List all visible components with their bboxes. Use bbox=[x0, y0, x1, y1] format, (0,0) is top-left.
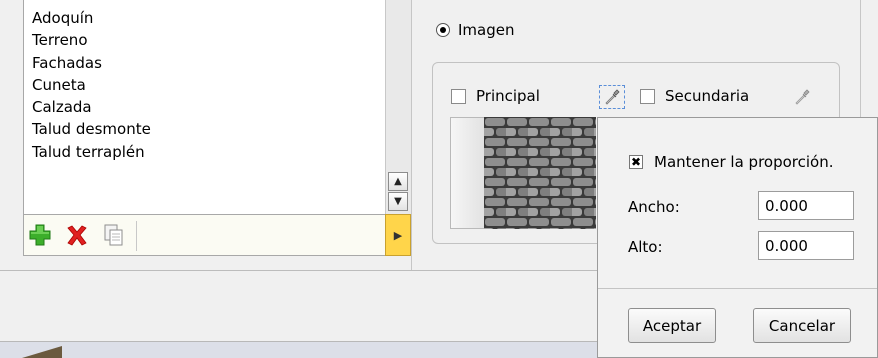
list-item[interactable]: Terreno bbox=[32, 29, 151, 51]
principal-checkbox[interactable] bbox=[451, 89, 466, 104]
material-items: Adoquín Terreno Fachadas Cuneta Calzada … bbox=[32, 7, 151, 163]
eyedropper-icon bbox=[605, 89, 620, 105]
divider bbox=[0, 270, 598, 271]
copy-icon bbox=[104, 224, 123, 246]
window-bottom-edge bbox=[0, 341, 600, 358]
secundaria-label: Secundaria bbox=[665, 87, 750, 105]
height-input[interactable] bbox=[758, 231, 854, 260]
secundaria-picker-button[interactable] bbox=[789, 85, 815, 109]
secundaria-checkbox[interactable] bbox=[640, 89, 655, 104]
add-icon bbox=[29, 224, 51, 246]
material-list[interactable]: Adoquín Terreno Fachadas Cuneta Calzada … bbox=[23, 0, 389, 215]
list-item[interactable]: Fachadas bbox=[32, 52, 151, 74]
principal-picker-button[interactable] bbox=[599, 85, 625, 109]
arrow-up-icon: ▲ bbox=[394, 176, 402, 187]
list-item[interactable]: Talud terraplén bbox=[32, 141, 151, 163]
image-radio[interactable] bbox=[436, 23, 450, 37]
expand-panel-button[interactable]: ▶ bbox=[385, 214, 411, 256]
keep-ratio-checkbox[interactable]: ✖ bbox=[629, 155, 643, 169]
delete-material-button[interactable] bbox=[64, 222, 90, 248]
toolbar-divider bbox=[136, 221, 137, 251]
eyedropper-icon bbox=[795, 89, 810, 105]
accept-button[interactable]: Aceptar bbox=[628, 308, 716, 343]
cancel-button[interactable]: Cancelar bbox=[753, 308, 851, 343]
check-icon: ✖ bbox=[630, 155, 642, 169]
list-item[interactable]: Calzada bbox=[32, 96, 151, 118]
height-label: Alto: bbox=[628, 238, 663, 256]
list-item[interactable]: Adoquín bbox=[32, 7, 151, 29]
list-item[interactable]: Talud desmonte bbox=[32, 118, 151, 140]
width-input[interactable] bbox=[758, 191, 854, 220]
arrow-down-icon: ▼ bbox=[394, 196, 402, 207]
list-scrollbar[interactable]: ▲ ▼ bbox=[385, 0, 412, 214]
size-popup: ✖ Mantener la proporción. Ancho: Alto: A… bbox=[597, 117, 878, 358]
copy-material-button[interactable] bbox=[100, 222, 126, 248]
delete-icon bbox=[67, 225, 87, 246]
add-material-button[interactable] bbox=[27, 222, 53, 248]
list-toolbar bbox=[23, 214, 411, 256]
popup-divider bbox=[598, 288, 877, 289]
principal-label: Principal bbox=[476, 87, 540, 105]
image-radio-label: Imagen bbox=[458, 21, 515, 39]
list-item[interactable]: Cuneta bbox=[32, 74, 151, 96]
arrow-right-icon: ▶ bbox=[393, 228, 403, 242]
texture-image bbox=[484, 117, 596, 229]
keep-ratio-label: Mantener la proporción. bbox=[654, 153, 834, 171]
scroll-up-button[interactable]: ▲ bbox=[388, 172, 408, 191]
scroll-down-button[interactable]: ▼ bbox=[388, 192, 408, 211]
width-label: Ancho: bbox=[628, 198, 680, 216]
